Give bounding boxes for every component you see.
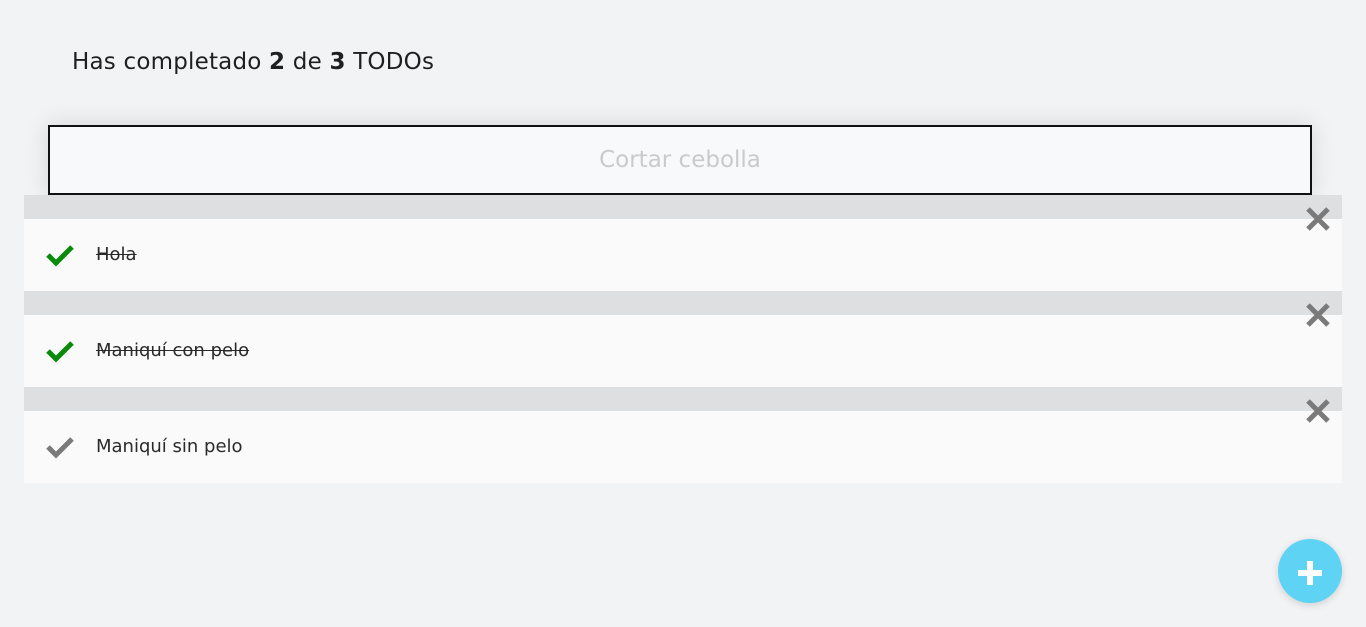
check-icon[interactable] <box>46 339 74 363</box>
completion-summary: Has completado 2 de 3 TODOs <box>72 46 434 78</box>
check-icon[interactable] <box>46 435 74 459</box>
close-icon[interactable] <box>1304 301 1332 329</box>
todo-text: Maniquí con pelo <box>96 340 250 361</box>
todo-item: Maniquí sin pelo <box>24 399 1342 483</box>
summary-prefix: Has completado <box>72 49 262 75</box>
todo-text: Maniquí sin pelo <box>96 436 243 457</box>
new-todo-input[interactable] <box>50 127 1310 193</box>
summary-middle: de <box>292 49 322 75</box>
close-icon[interactable] <box>1304 397 1332 425</box>
summary-suffix: TODOs <box>353 49 435 75</box>
add-todo-button[interactable] <box>1278 539 1342 603</box>
plus-icon <box>1298 561 1322 585</box>
check-icon[interactable] <box>46 243 74 267</box>
completed-count: 2 <box>269 49 286 75</box>
todo-text: Hola <box>96 244 137 265</box>
total-count: 3 <box>329 49 346 75</box>
todo-item: Maniquí con pelo <box>24 303 1342 387</box>
new-todo-field <box>48 125 1312 195</box>
close-icon[interactable] <box>1304 205 1332 233</box>
todo-item: Hola <box>24 207 1342 291</box>
todo-list: Hola Maniquí con pelo Maniquí sin pelo <box>24 207 1342 483</box>
